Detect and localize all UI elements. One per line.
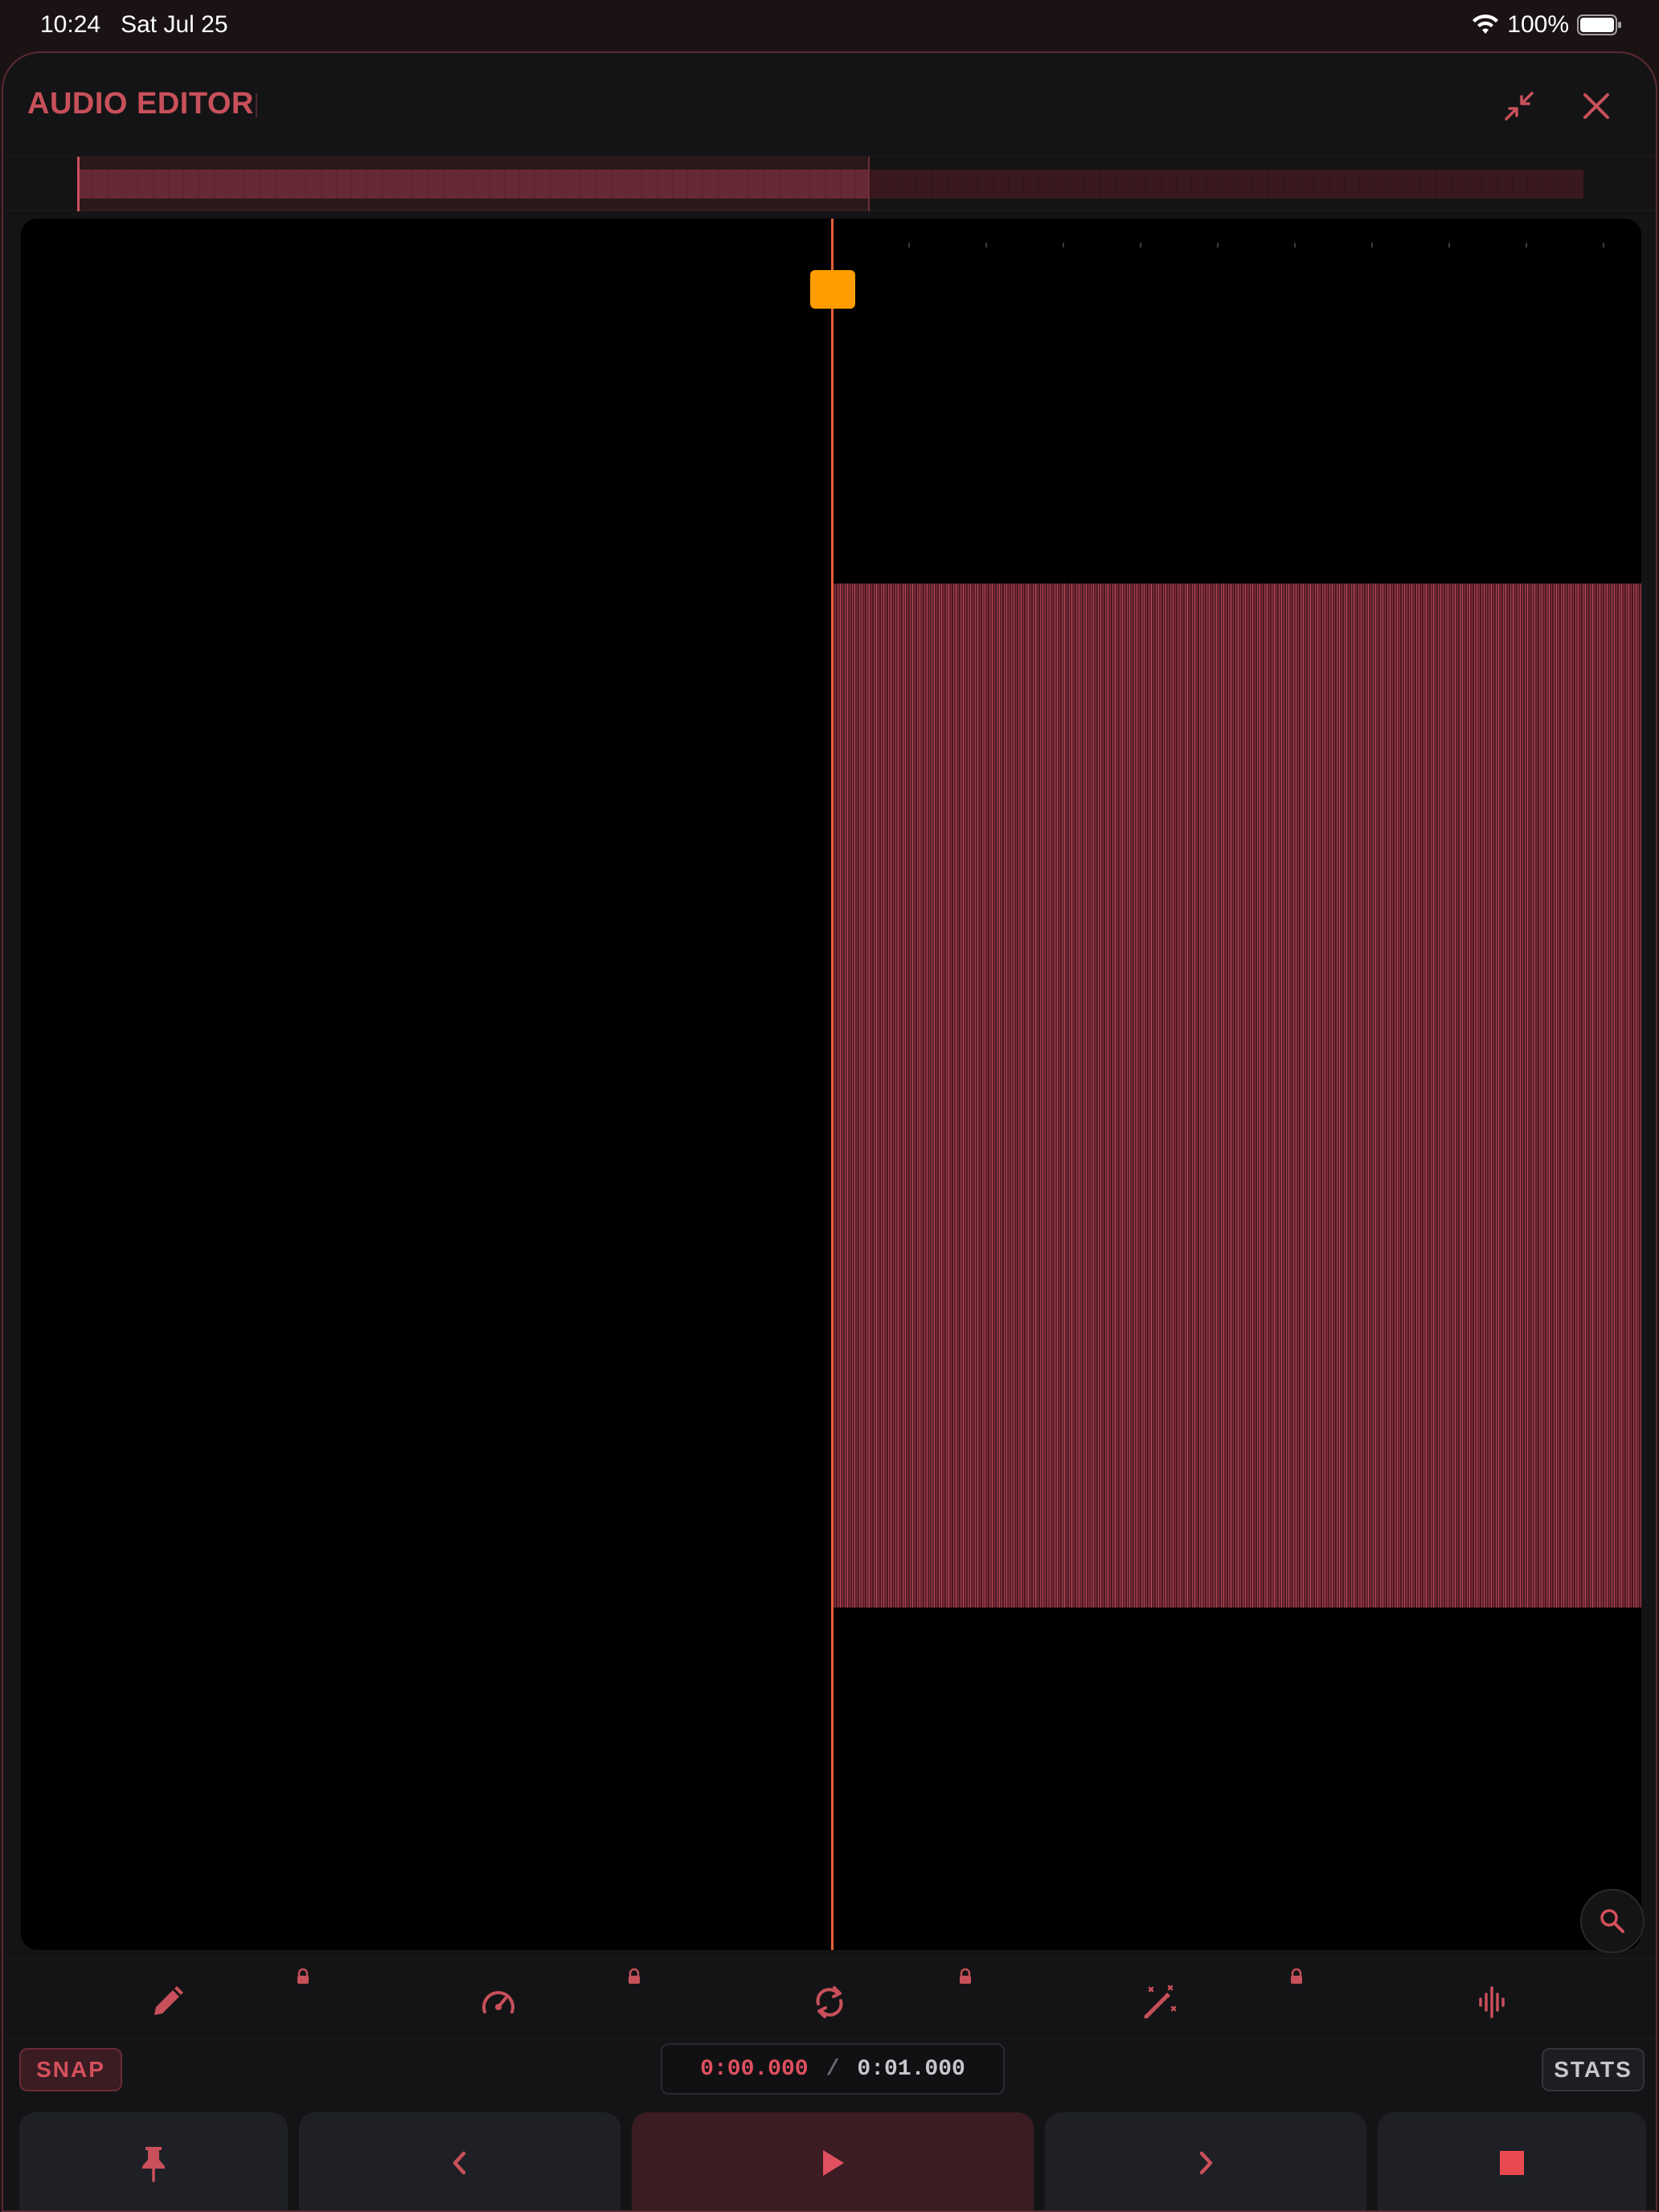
audio-waveform-detail — [833, 584, 1641, 1608]
pencil-icon — [154, 1986, 183, 2015]
close-button[interactable] — [1574, 84, 1619, 129]
lock-icon — [960, 1968, 971, 1984]
lock-icon — [629, 1968, 640, 1984]
title-divider — [256, 93, 257, 117]
play-icon — [823, 2150, 844, 2176]
ruler-tick — [1526, 243, 1527, 248]
tool-loop[interactable] — [666, 1959, 997, 2039]
wifi-icon — [1473, 14, 1499, 34]
control-bar: SNAP 0:00.000 / 0:01.000 STATS — [3, 2038, 1656, 2103]
pin-button[interactable] — [19, 2112, 288, 2210]
ruler-tick — [1140, 243, 1141, 248]
battery-icon — [1577, 14, 1621, 35]
pin-icon — [142, 2147, 165, 2182]
stats-button[interactable]: STATS — [1542, 2048, 1645, 2091]
current-time: 0:00.000 — [700, 2056, 809, 2082]
next-button[interactable] — [1045, 2112, 1366, 2210]
playhead-handle-top[interactable] — [810, 270, 855, 309]
tool-effects[interactable] — [997, 1959, 1328, 2039]
chevron-left-icon — [453, 2151, 466, 2175]
status-time-date: 10:24 Sat Jul 25 — [40, 11, 228, 39]
chevron-right-icon — [1199, 2151, 1213, 2175]
speedometer-icon — [482, 1991, 514, 2013]
close-icon — [1583, 93, 1609, 119]
overview-visible-window[interactable] — [77, 157, 870, 211]
minimize-button[interactable] — [1497, 84, 1542, 129]
time-display: 0:00.000 / 0:01.000 — [661, 2043, 1005, 2095]
stop-button[interactable] — [1378, 2112, 1646, 2210]
status-date: Sat Jul 25 — [121, 11, 228, 38]
status-bar: 10:24 Sat Jul 25 100% — [0, 0, 1659, 51]
previous-button[interactable] — [299, 2112, 621, 2210]
ruler-tick — [1217, 243, 1219, 248]
play-button[interactable] — [632, 2112, 1034, 2210]
total-time: 0:01.000 — [857, 2056, 965, 2082]
ruler-tick — [1294, 243, 1296, 248]
ruler-tick — [985, 243, 987, 248]
ruler-tick — [1371, 243, 1373, 248]
tool-waveform[interactable] — [1328, 1959, 1656, 2039]
snap-button[interactable]: SNAP — [19, 2048, 122, 2091]
magic-wand-icon — [1144, 1985, 1177, 2019]
ruler-tick — [1603, 243, 1604, 248]
overview-outside-region — [870, 170, 1583, 199]
overview-scrubber[interactable] — [3, 156, 1656, 211]
title-bar: AUDIO EDITOR — [3, 53, 1656, 156]
tool-bar — [3, 1958, 1656, 2038]
waveform-canvas[interactable] — [21, 219, 1641, 1950]
ruler-tick — [1063, 243, 1064, 248]
lock-icon — [297, 1968, 309, 1984]
lock-icon — [1291, 1968, 1302, 1984]
ruler-tick — [908, 243, 910, 248]
minimize-icon — [1505, 92, 1534, 121]
playhead-line[interactable] — [831, 219, 834, 1950]
audio-editor-window: AUDIO EDITOR SNAP 0:00.000 / 0:01.000 ST… — [2, 51, 1657, 2212]
loop-icon — [816, 1986, 843, 2018]
time-separator: / — [825, 2056, 840, 2082]
tool-speed[interactable] — [334, 1959, 666, 2039]
stop-icon — [1500, 2151, 1524, 2175]
search-icon — [1600, 1909, 1624, 1933]
transport-bar — [3, 2103, 1656, 2210]
status-right: 100% — [1472, 11, 1622, 39]
battery-percent: 100% — [1507, 11, 1569, 38]
zoom-button[interactable] — [1580, 1889, 1645, 1953]
status-time: 10:24 — [40, 11, 101, 38]
ruler-tick — [1448, 243, 1450, 248]
waveform-icon — [1479, 1986, 1505, 2018]
app-title: AUDIO EDITOR — [27, 87, 254, 121]
tool-pencil[interactable] — [3, 1959, 334, 2039]
